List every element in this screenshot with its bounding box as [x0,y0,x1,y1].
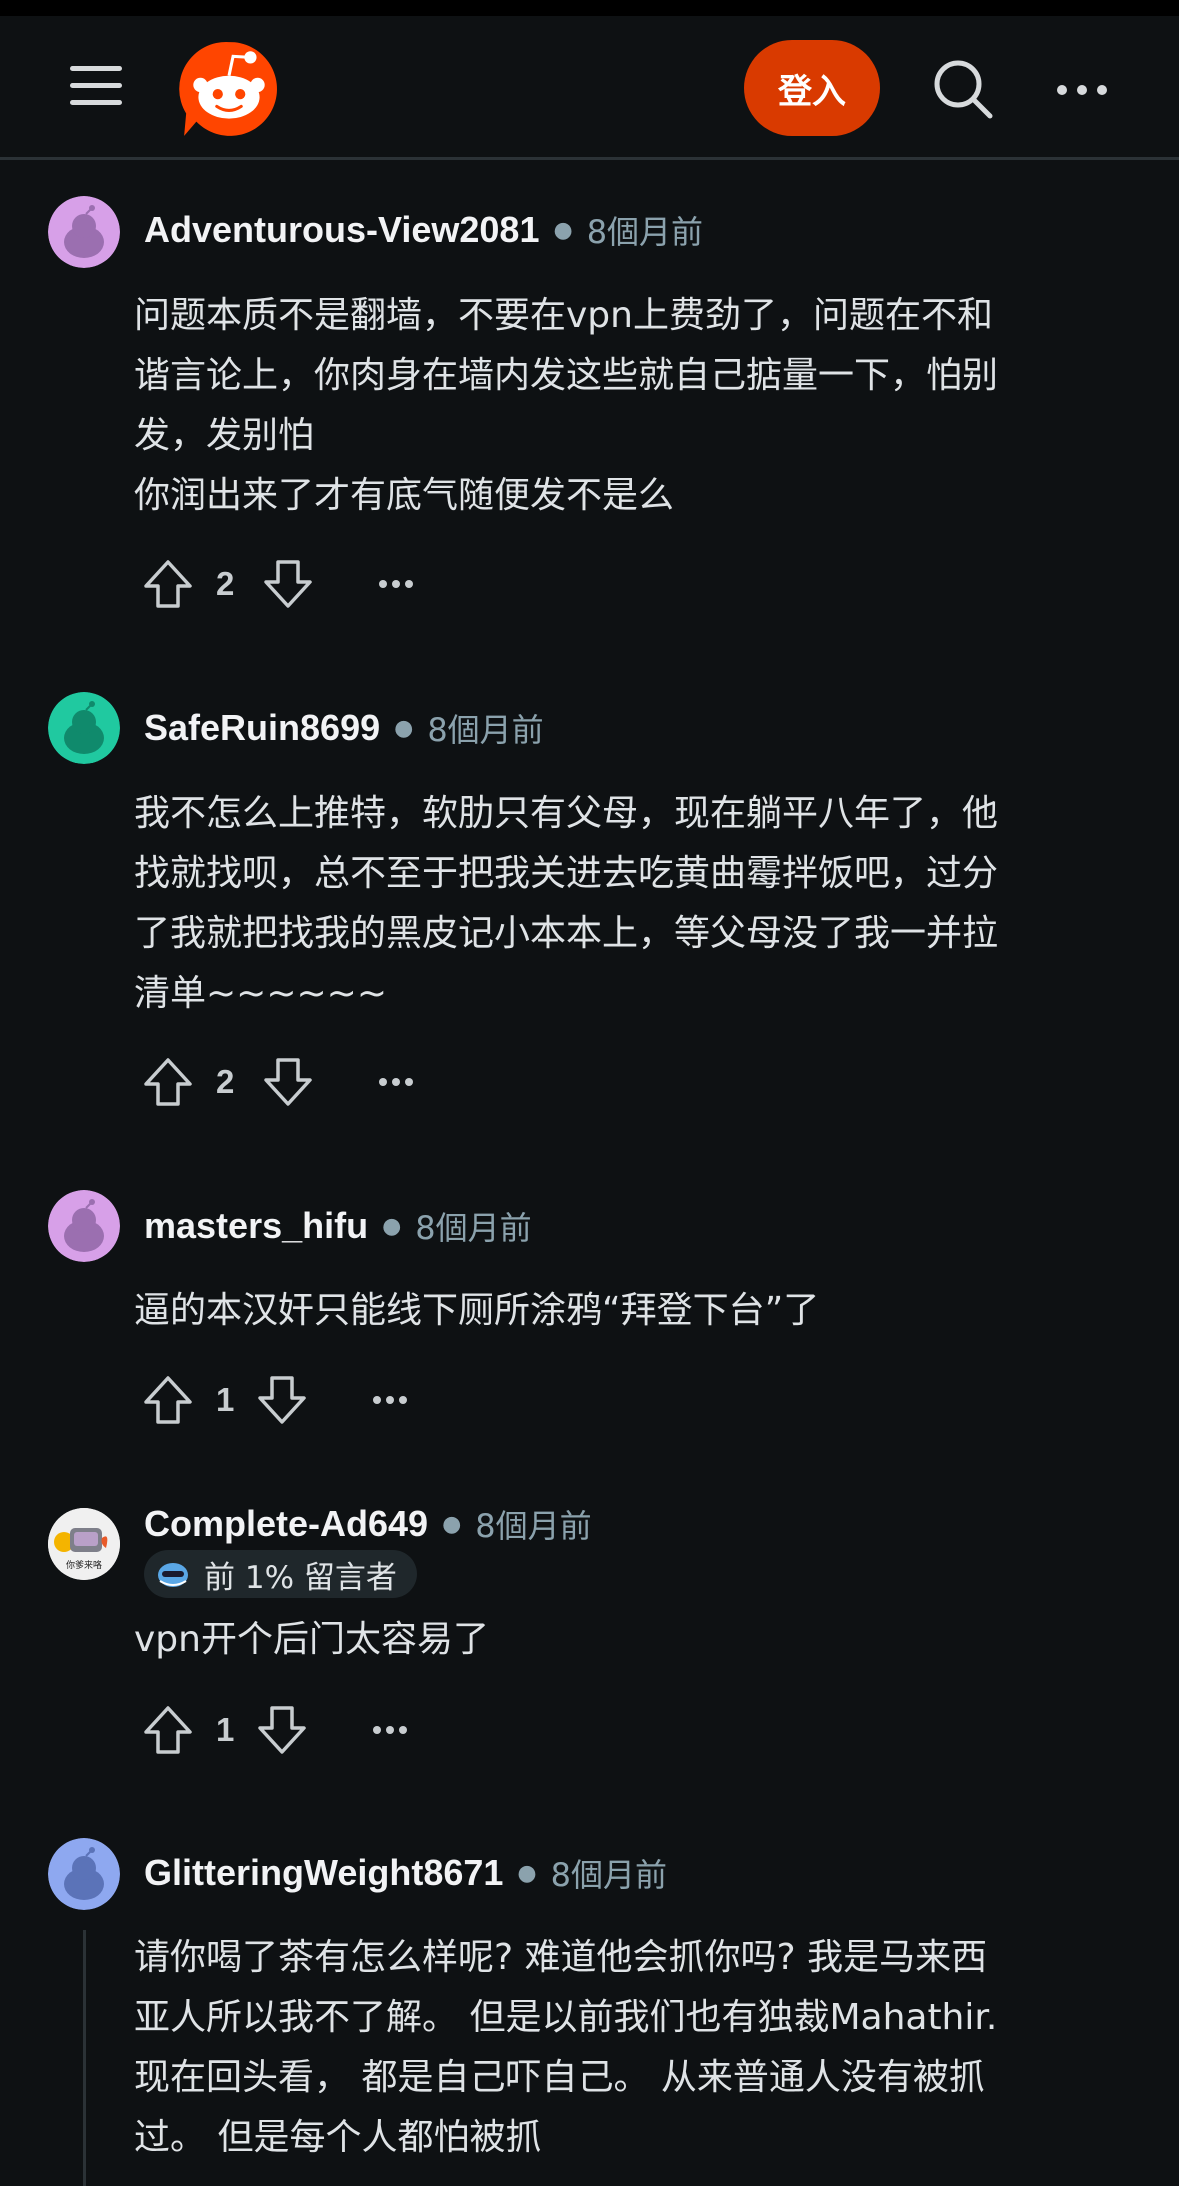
comment-text-line: 过。 但是每个人都怕被抓 [134,2117,542,2158]
timestamp: 8個月前 [415,1209,532,1247]
comment-meta: SafeRuin8699 ● 8個月前 [144,703,544,753]
login-button[interactable]: 登入 [744,40,880,136]
downvote-arrow-icon[interactable] [262,558,314,610]
thread-line[interactable] [83,1930,86,2186]
upvote-arrow-icon[interactable] [142,1374,194,1426]
comment-text-line: 我不怎么上推特，软肋只有父母，现在躺平八年了，他 [134,793,999,834]
vote-count: 2 [216,1063,235,1100]
comment-text-line: 亚人所以我不了解。 但是以前我们也有独裁Mahathir. [134,1997,998,2038]
comment-meta: masters_hifu ● 8個月前 [144,1201,532,1251]
comment-meta: GlitteringWeight8671 ● 8個月前 [144,1848,667,1898]
vote-count: 2 [216,565,235,602]
more-options-icon[interactable] [1054,62,1110,118]
separator-dot: ● [382,1213,402,1239]
hamburger-menu-icon[interactable] [66,62,126,110]
timestamp: 8個月前 [550,1856,667,1894]
comment-text-line: 你润出来了才有底气随便发不是么 [134,475,675,516]
timestamp: 8個月前 [427,711,544,749]
status-bar [0,0,1179,16]
username[interactable]: GlitteringWeight8671 [144,1852,503,1894]
overflow-ellipsis-icon[interactable] [376,570,416,598]
upvote-arrow-icon[interactable] [142,558,194,610]
upvote-arrow-icon[interactable] [142,1704,194,1756]
avatar[interactable]: 你爹来咯 [48,1508,120,1580]
comment-text-line: 问题本质不是翻墙，不要在vpn上费劲了，问题在不和 [134,295,993,336]
username[interactable]: Adventurous-View2081 [144,209,539,251]
comment-body: 请你喝了茶有怎么样呢? 难道他会抓你吗? 我是马来西 亚人所以我不了解。 但是以… [134,1928,1134,2168]
comment-text-line: 清单~~~~~~ [134,973,387,1014]
separator-dot: ● [517,1860,537,1886]
vote-count: 1 [216,1381,235,1418]
avatar[interactable] [48,692,120,764]
upvote-arrow-icon[interactable] [142,1056,194,1108]
user-flair-badge: 前 1% 留言者 [144,1550,417,1598]
username[interactable]: SafeRuin8699 [144,707,380,749]
separator-dot: ● [394,715,414,741]
top-commenter-badge-icon [158,1563,188,1587]
timestamp: 8個月前 [586,213,704,251]
overflow-ellipsis-icon[interactable] [376,1068,416,1096]
avatar[interactable] [48,1838,120,1910]
username[interactable]: Complete-Ad649 [144,1503,428,1545]
comment-text-line: vpn开个后门太容易了 [134,1619,489,1660]
reddit-logo-icon[interactable] [178,38,280,140]
downvote-arrow-icon[interactable] [262,1056,314,1108]
vote-count: 1 [216,1711,235,1748]
overflow-ellipsis-icon[interactable] [370,1386,410,1414]
downvote-arrow-icon[interactable] [256,1374,308,1426]
separator-dot: ● [553,217,573,243]
comment-meta: Adventurous-View2081 ● 8個月前 [144,205,703,255]
comment-text-line: 现在回头看， 都是自己吓自己。 从来普通人没有被抓 [134,2057,985,2098]
comment-body: 逼的本汉奸只能线下厕所涂鸦“拜登下台”了 [134,1281,1134,1341]
comment-meta: Complete-Ad649 ● 8個月前 [144,1499,592,1549]
comment-body: 问题本质不是翻墙，不要在vpn上费劲了，问题在不和 谐言论上，你肉身在墙内发这些… [134,286,1134,526]
timestamp: 8個月前 [475,1507,592,1545]
search-icon[interactable] [930,56,996,122]
avatar-caption: 你爹来咯 [65,1561,102,1571]
avatar[interactable] [48,1190,120,1262]
username[interactable]: masters_hifu [144,1205,368,1247]
comment-text-line: 发，发别怕 [134,415,315,456]
overflow-ellipsis-icon[interactable] [370,1716,410,1744]
separator-dot: ● [442,1511,462,1537]
comment-body: vpn开个后门太容易了 [134,1610,1134,1670]
comment-text-line: 谐言论上，你肉身在墙内发这些就自己掂量一下，怕别 [134,355,999,396]
comment-text-line: 了我就把找我的黑皮记小本本上，等父母没了我一并拉 [134,913,999,954]
downvote-arrow-icon[interactable] [256,1704,308,1756]
avatar[interactable] [48,196,120,268]
top-app-bar: 登入 [0,16,1179,160]
comment-text-line: 请你喝了茶有怎么样呢? 难道他会抓你吗? 我是马来西 [134,1937,988,1978]
comment-text-line: 找就找呗，总不至于把我关进去吃黄曲霉拌饭吧，过分 [134,853,999,894]
comment-body: 我不怎么上推特，软肋只有父母，现在躺平八年了，他 找就找呗，总不至于把我关进去吃… [134,784,1134,1024]
flair-label: 前 1% 留言者 [204,1559,397,1596]
comment-text-line: 逼的本汉奸只能线下厕所涂鸦“拜登下台”了 [134,1290,820,1331]
